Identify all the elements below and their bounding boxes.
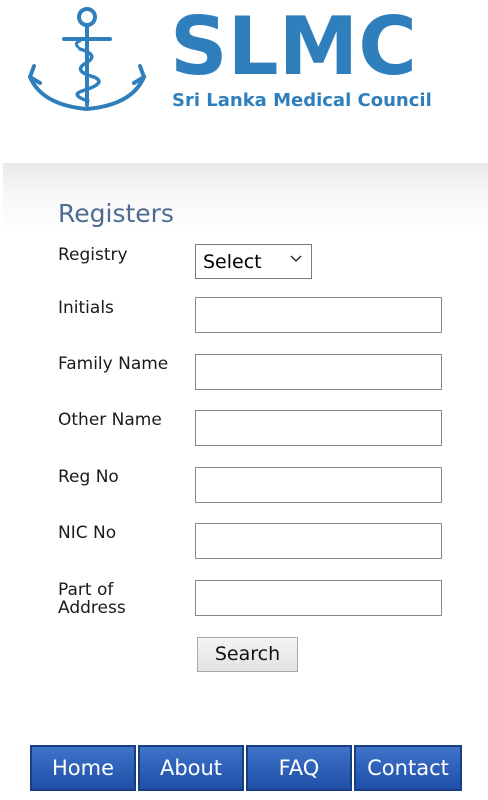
page-title: Registers [58,199,174,228]
registry-select-value: Select [203,251,262,273]
registry-select[interactable]: Select [195,244,312,279]
address-label-line1: Part of [58,580,114,600]
chevron-down-icon [290,255,302,263]
reg-no-input[interactable] [195,467,442,503]
bottom-nav: Home About FAQ Contact [30,745,462,791]
nic-no-label: NIC No [58,523,117,543]
address-label: Part of Address [58,581,193,617]
address-label-line2: Address [58,598,126,618]
anchor-caduceus-icon [28,7,146,112]
nav-contact[interactable]: Contact [354,745,462,791]
register-search-panel: Registers Registry Select Initials Famil… [3,163,488,715]
initials-input[interactable] [195,297,442,333]
nic-no-input[interactable] [195,523,442,559]
other-name-label: Other Name [58,410,162,430]
reg-no-label: Reg No [58,467,119,487]
nav-faq[interactable]: FAQ [246,745,352,791]
registry-label: Registry [58,245,128,265]
search-button[interactable]: Search [197,637,298,672]
nav-about[interactable]: About [138,745,244,791]
initials-label: Initials [58,298,114,318]
family-name-label: Family Name [58,354,169,374]
address-input[interactable] [195,580,442,616]
other-name-input[interactable] [195,410,442,446]
family-name-input[interactable] [195,354,442,390]
brand-subtitle: Sri Lanka Medical Council [172,90,432,111]
nav-home[interactable]: Home [30,745,136,791]
brand-name: SLMC [170,0,417,93]
site-header: SLMC Sri Lanka Medical Council [0,0,488,130]
